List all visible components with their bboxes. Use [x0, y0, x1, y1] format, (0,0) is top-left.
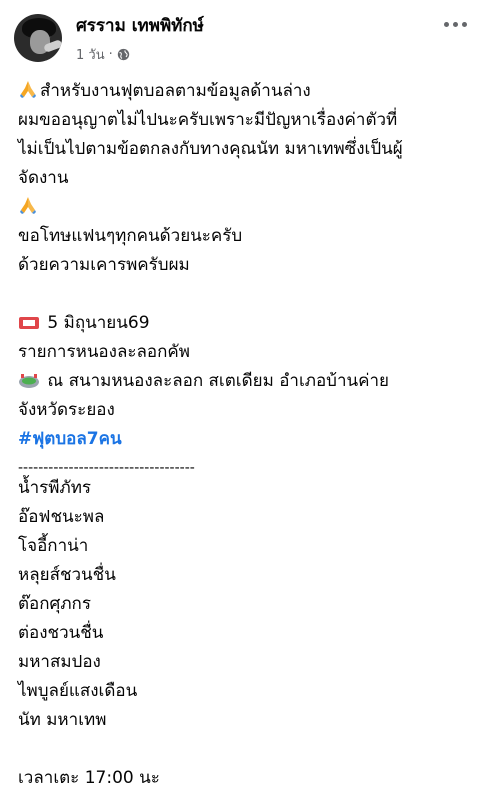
post-meta: 1 วัน · [76, 44, 130, 65]
ticket-icon [19, 317, 39, 329]
hashtag-link[interactable]: #ฟุตบอล7คน [18, 429, 122, 449]
stadium-icon [19, 374, 39, 388]
author-avatar[interactable] [14, 14, 62, 62]
player-item: โจอี้กาน่า [18, 536, 89, 556]
player-item: อ๊อฟชนะพล [18, 507, 105, 527]
post-header: ศรราม เทพพิทักษ์ 1 วัน · [0, 0, 481, 72]
text-line: จัดงาน [18, 168, 69, 188]
more-dots-icon[interactable] [440, 16, 470, 32]
separator-line: ----------------------------------- [18, 460, 195, 476]
text-line: 5 มิถุนายน69 [18, 310, 473, 339]
text-line [18, 194, 473, 223]
meta-separator: · [108, 47, 113, 62]
author-name[interactable]: ศรราม เทพพิทักษ์ [76, 12, 204, 39]
text-line: สำหรับงานฟุตบอลตามข้อมูลด้านล่าง [18, 78, 473, 107]
text-line: ไม่เป็นไปตามข้อตกลงกับทางคุณนัท มหาเทพซึ… [18, 139, 403, 159]
facebook-post: ศรราม เทพพิทักษ์ 1 วัน · สำหรับงานฟุตบอล… [0, 0, 481, 800]
player-item: หลุยส์ชวนชื่น [18, 565, 116, 585]
player-item: น้ำรพีภัทร [18, 478, 92, 498]
globe-icon[interactable] [117, 48, 130, 61]
text-line: จังหวัดระยอง [18, 400, 115, 420]
text-line: ณ สนามหนองละลอก สเตเดียม อำเภอบ้านค่าย [18, 368, 473, 397]
player-item: ไพบูลย์แสงเดือน [18, 681, 138, 701]
post-body: สำหรับงานฟุตบอลตามข้อมูลด้านล่าง ผมขออนุ… [18, 78, 473, 794]
player-list: น้ำรพีภัทรอ๊อฟชนะพลโจอี้กาน่าหลุยส์ชวนชื… [18, 475, 473, 736]
text-line: ผมขออนุญาตไม่ไปนะครับเพราะมีปัญหาเรื่องค… [18, 110, 398, 130]
text-line: ด้วยความเคารพครับผม [18, 255, 190, 275]
player-item: นัท มหาเทพ [18, 710, 107, 730]
text-line: ขอโทษแฟนๆทุกคนด้วยนะครับ [18, 226, 243, 246]
folded-hands-icon [20, 81, 36, 98]
player-item: มหาสมปอง [18, 652, 101, 672]
post-time[interactable]: 1 วัน [76, 44, 105, 65]
folded-hands-icon [20, 197, 36, 214]
text-line: รายการหนองละลอกคัพ [18, 342, 190, 362]
player-item: ต๊อกศุภกร [18, 594, 91, 614]
kickoff-time: เวลาเตะ 17:00 นะ [18, 768, 160, 788]
player-item: ต่องชวนชื่น [18, 623, 104, 643]
